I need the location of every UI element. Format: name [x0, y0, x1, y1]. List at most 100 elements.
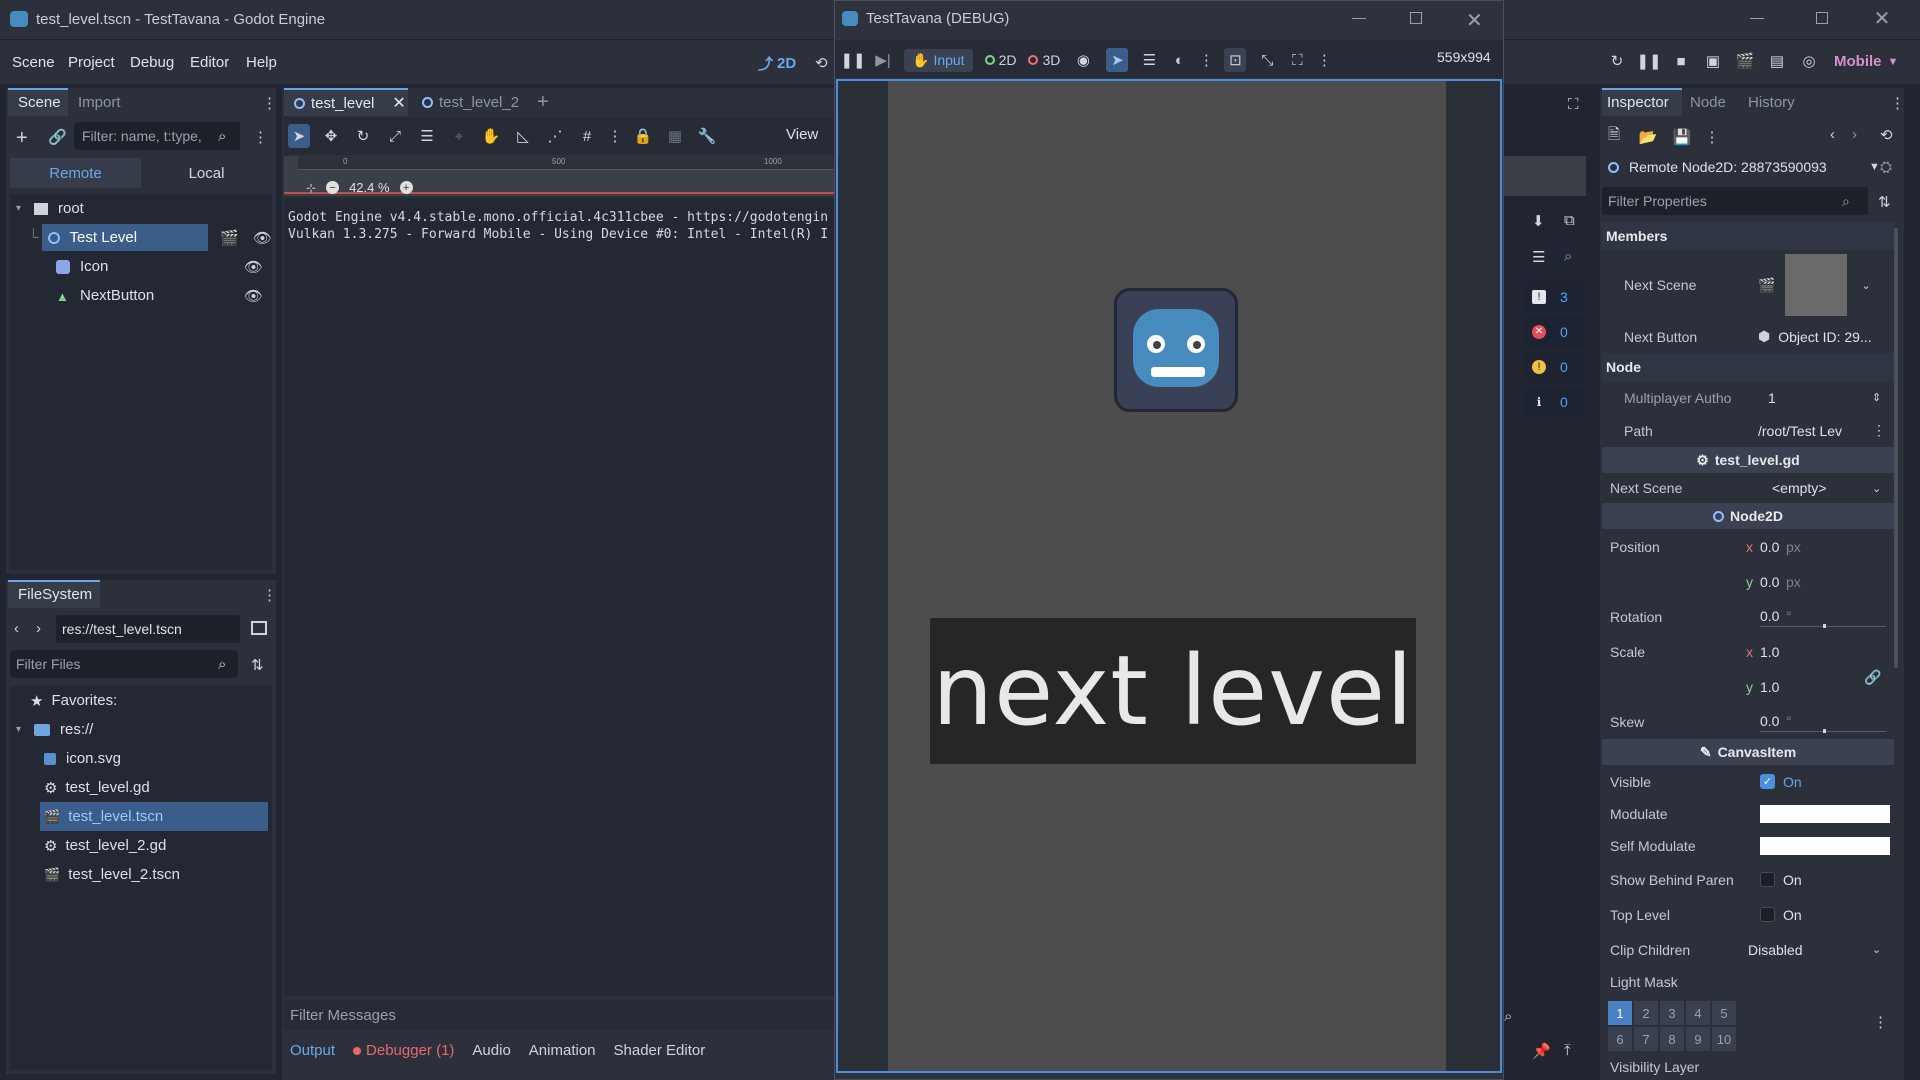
- light-mask-layer[interactable]: 4: [1686, 1001, 1710, 1025]
- zoom-out-icon[interactable]: −: [326, 181, 340, 194]
- eye-icon[interactable]: 👁: [244, 258, 263, 276]
- search-icon[interactable]: ⌕: [1564, 248, 1572, 265]
- more-icon[interactable]: ⋮: [1873, 1013, 1888, 1031]
- camera-icon[interactable]: ◐: [1170, 52, 1188, 69]
- inspector-scrollbar[interactable]: [1894, 228, 1898, 668]
- multiplayer-value[interactable]: 1: [1768, 390, 1872, 406]
- zoom-in-icon[interactable]: +: [399, 181, 413, 194]
- tab-shader-editor[interactable]: Shader Editor: [614, 1042, 706, 1059]
- remote-tab[interactable]: Remote: [10, 158, 141, 188]
- object-info-icon[interactable]: ⛭: [1880, 159, 1892, 176]
- 3d-toggle[interactable]: 3D: [1028, 52, 1060, 68]
- eye-icon[interactable]: 👁: [253, 229, 272, 247]
- tab-animation[interactable]: Animation: [529, 1042, 596, 1059]
- distraction-free-icon[interactable]: ⛶: [1568, 96, 1579, 113]
- more-icon[interactable]: ⋮: [1317, 51, 1332, 69]
- object-selector[interactable]: Remote Node2D: 28873590093 ▼: [1602, 153, 1898, 181]
- node2d-section[interactable]: Node2D: [1602, 503, 1894, 529]
- stop-icon[interactable]: ■: [1670, 53, 1692, 70]
- clip-children-select[interactable]: Disabled ⌄: [1748, 942, 1884, 958]
- menu-project[interactable]: Project: [68, 54, 115, 71]
- canvasitem-section[interactable]: ✎ CanvasItem: [1602, 739, 1894, 765]
- eye-icon[interactable]: ◉: [1072, 51, 1094, 69]
- tree-item-nextbutton[interactable]: ▲ NextButton 👁: [10, 281, 272, 310]
- dock-menu-icon[interactable]: ⋮: [262, 94, 277, 112]
- file-item-selected[interactable]: 🎬 test_level.tscn: [40, 802, 268, 831]
- smart-snap-icon[interactable]: ⋰: [544, 127, 566, 145]
- history-back-icon[interactable]: ‹: [1830, 126, 1835, 143]
- filter-files-input[interactable]: Filter Files: [10, 650, 238, 678]
- fullscreen-icon[interactable]: ⛶: [1288, 52, 1306, 69]
- view-menu[interactable]: View: [786, 126, 818, 143]
- file-item[interactable]: icon.svg: [10, 744, 272, 773]
- modulate-color-swatch[interactable]: [1760, 805, 1890, 823]
- reload-icon[interactable]: ↻: [1606, 52, 1628, 70]
- node-header[interactable]: Node: [1602, 353, 1894, 381]
- next-level-button[interactable]: next level: [930, 618, 1416, 764]
- light-mask-layer[interactable]: 3: [1660, 1001, 1684, 1025]
- pin-icon[interactable]: 📌: [1532, 1042, 1551, 1060]
- filter-properties-input[interactable]: Filter Properties ⌕: [1602, 187, 1868, 215]
- more-icon[interactable]: ⋮: [1872, 422, 1886, 439]
- path-field[interactable]: res://test_level.tscn: [56, 615, 240, 643]
- add-tab-icon[interactable]: +: [537, 91, 549, 114]
- menu-debug[interactable]: Debug: [130, 54, 174, 71]
- spinner-icon[interactable]: ⇕: [1872, 391, 1881, 404]
- position-x-value[interactable]: 0.0: [1760, 539, 1786, 555]
- input-toggle[interactable]: ✋ Input: [904, 48, 973, 72]
- light-mask-layer[interactable]: 7: [1634, 1027, 1658, 1051]
- link-icon[interactable]: 🔗: [48, 128, 67, 146]
- dock-menu-icon[interactable]: ⋮: [1890, 94, 1905, 112]
- menu-scene[interactable]: Scene: [12, 54, 55, 71]
- sort-icon[interactable]: ⇅: [251, 656, 264, 674]
- favorites-item[interactable]: ★ Favorites:: [10, 686, 272, 715]
- select-mode-icon[interactable]: ➤: [1106, 48, 1129, 72]
- pause-icon[interactable]: ❚❚: [1636, 52, 1661, 70]
- remote-debug-icon[interactable]: ▣: [1702, 52, 1724, 70]
- tree-item-test-level[interactable]: └ Test Level 🎬 👁: [10, 223, 272, 252]
- tab-test-level-2[interactable]: test_level_2: [422, 94, 519, 111]
- file-item[interactable]: ⚙ test_level.gd: [10, 773, 272, 802]
- tab-debugger[interactable]: Debugger (1): [353, 1042, 454, 1059]
- scene-options-icon[interactable]: ⋮: [253, 128, 268, 146]
- members-header[interactable]: Members: [1602, 222, 1894, 250]
- zoom-level[interactable]: 42.4 %: [349, 180, 389, 195]
- eye-icon[interactable]: 👁: [244, 287, 263, 305]
- group-icon[interactable]: ▦: [664, 127, 686, 145]
- file-item[interactable]: 🎬 test_level_2.tscn: [10, 860, 272, 889]
- chevron-down-icon[interactable]: ⌄: [1872, 482, 1881, 495]
- bone-icon[interactable]: 🔧: [696, 127, 718, 145]
- scene-filter-input[interactable]: Filter: name, t:type,: [74, 122, 240, 150]
- split-view-icon[interactable]: [251, 621, 267, 635]
- light-mask-layer[interactable]: 8: [1660, 1027, 1684, 1051]
- scene-preview-thumbnail[interactable]: [1785, 254, 1848, 316]
- clapper-icon[interactable]: 🎬: [220, 229, 239, 247]
- ruler-tool-icon[interactable]: ◺: [512, 127, 534, 145]
- move-tool-icon[interactable]: ✥: [320, 127, 342, 145]
- error-count-badge[interactable]: ✕ 0: [1524, 317, 1586, 347]
- pause-icon[interactable]: ❚❚: [840, 51, 865, 69]
- next-scene-value[interactable]: <empty>: [1772, 480, 1872, 496]
- lock-icon[interactable]: 🔒: [632, 127, 654, 145]
- game-viewport[interactable]: [888, 81, 1446, 1071]
- filter-messages-input[interactable]: Filter Messages: [290, 1007, 396, 1024]
- tree-item-root[interactable]: ▾ root: [10, 194, 272, 223]
- visible-checkbox[interactable]: ✓: [1760, 774, 1775, 789]
- new-resource-icon[interactable]: 🗎: [1604, 124, 1624, 149]
- light-mask-layer[interactable]: 1: [1608, 1001, 1632, 1025]
- more-icon[interactable]: ⋮: [1199, 51, 1214, 69]
- next-button-value[interactable]: Object ID: 29...: [1778, 329, 1871, 345]
- top-level-checkbox[interactable]: [1760, 907, 1775, 922]
- stretch-icon[interactable]: ⤡: [1258, 52, 1276, 69]
- minimize-icon[interactable]: [1352, 18, 1366, 19]
- expand-panel-icon[interactable]: ⤒: [1564, 1042, 1571, 1059]
- light-mask-layer[interactable]: 6: [1608, 1027, 1632, 1051]
- close-icon[interactable]: ✕: [1466, 8, 1483, 33]
- tab-import[interactable]: Import: [78, 94, 121, 111]
- copy-icon[interactable]: ⧉: [1564, 212, 1575, 229]
- search-icon[interactable]: ⌕: [1504, 1008, 1512, 1025]
- pivot-tool-icon[interactable]: ⌖: [448, 128, 470, 145]
- snap-options-icon[interactable]: ⋮: [608, 127, 623, 145]
- close-tab-icon[interactable]: ✕: [392, 93, 405, 113]
- tab-test-level[interactable]: test_level ✕: [284, 88, 408, 116]
